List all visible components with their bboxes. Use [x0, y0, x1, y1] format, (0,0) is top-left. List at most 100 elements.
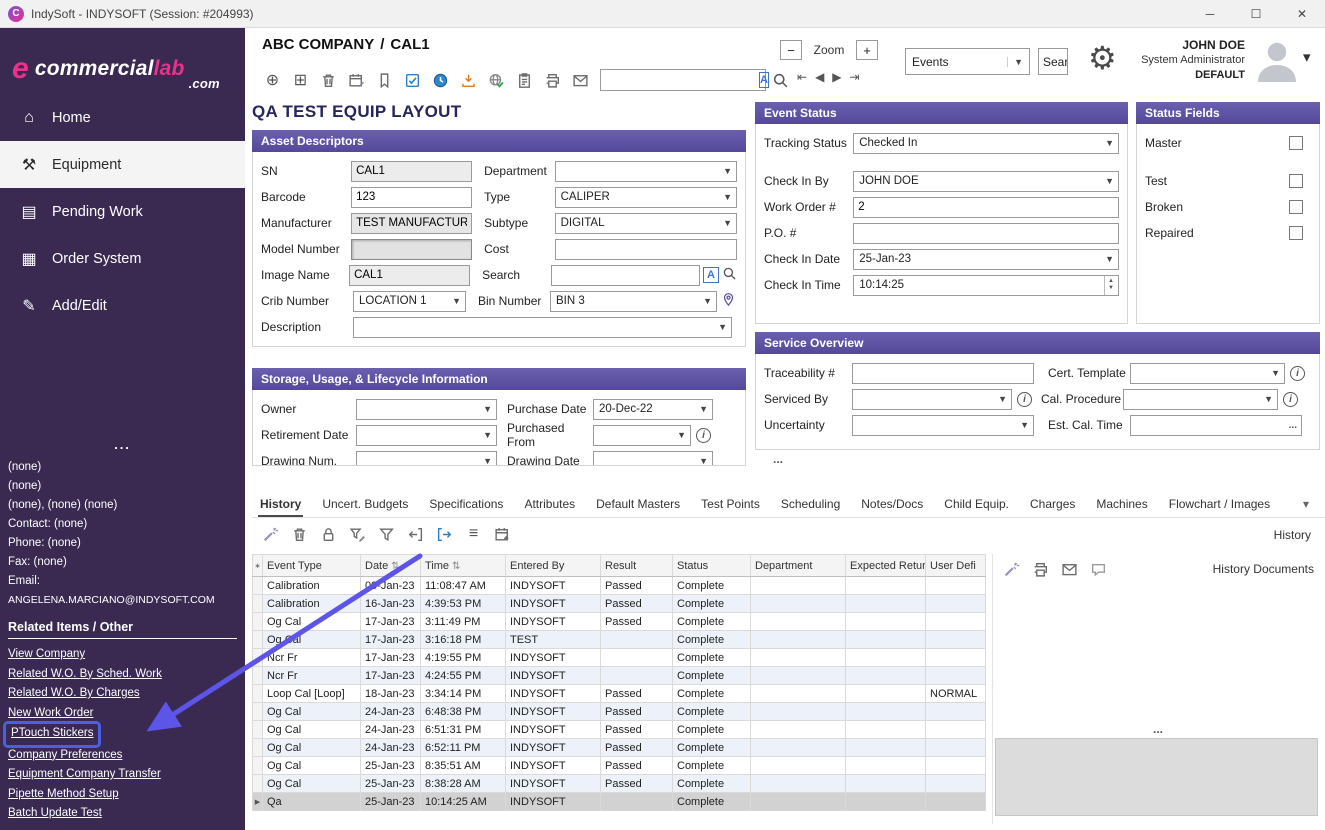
table-cell[interactable]: 17-Jan-23 [361, 667, 421, 685]
column-header-status[interactable]: Status [673, 555, 751, 577]
table-cell[interactable] [846, 685, 926, 703]
table-cell[interactable] [846, 613, 926, 631]
table-cell[interactable] [846, 667, 926, 685]
tasks-icon[interactable] [400, 68, 425, 92]
table-cell[interactable] [846, 577, 926, 595]
barcode-field[interactable] [351, 187, 472, 208]
user-info[interactable]: JOHN DOE System Administrator DEFAULT [1095, 38, 1245, 83]
link-related-w-o-by-sched-work[interactable]: Related W.O. By Sched. Work [8, 668, 162, 680]
serviced-by-info-icon[interactable]: i [1017, 392, 1032, 407]
table-cell[interactable] [846, 775, 926, 793]
sort-icon[interactable]: ⇅ [391, 561, 399, 572]
column-header-department[interactable]: Department [751, 555, 846, 577]
table-cell[interactable]: Og Cal [263, 739, 361, 757]
table-cell[interactable]: Passed [601, 595, 673, 613]
table-cell[interactable]: 3:11:49 PM [421, 613, 506, 631]
table-row[interactable]: Og Cal24-Jan-236:52:11 PMINDYSOFTPassedC… [253, 739, 986, 757]
drawing-date-select[interactable]: ▼ [593, 451, 713, 467]
tab-charges[interactable]: Charges [1028, 493, 1077, 517]
check-in-time-spinner[interactable]: 10:14:25▲▼ [853, 275, 1119, 296]
table-cell[interactable]: 25-Jan-23 [361, 793, 421, 811]
table-row[interactable]: Calibration09-Jan-2311:08:47 AMINDYSOFTP… [253, 577, 986, 595]
cert-template-select[interactable]: ▼ [1130, 363, 1285, 384]
column-header-expected-retur[interactable]: Expected Retur [846, 555, 926, 577]
table-cell[interactable]: INDYSOFT [506, 703, 601, 721]
table-row[interactable]: Loop Cal [Loop]18-Jan-233:34:14 PMINDYSO… [253, 685, 986, 703]
tab-default-masters[interactable]: Default Masters [594, 493, 682, 517]
table-cell[interactable] [751, 721, 846, 739]
table-cell[interactable] [926, 613, 986, 631]
table-cell[interactable] [926, 649, 986, 667]
check-in-download-icon[interactable] [456, 68, 481, 92]
table-cell[interactable]: Complete [673, 721, 751, 739]
field-search-input[interactable] [551, 265, 700, 286]
sidebar-item-order-system[interactable]: ▦Order System [0, 235, 245, 282]
maximize-button[interactable]: ☐ [1233, 0, 1279, 28]
table-cell[interactable] [751, 613, 846, 631]
table-row[interactable]: Calibration16-Jan-234:39:53 PMINDYSOFTPa… [253, 595, 986, 613]
table-cell[interactable] [751, 577, 846, 595]
table-cell[interactable]: Passed [601, 577, 673, 595]
table-row[interactable]: Og Cal25-Jan-238:35:51 AMINDYSOFTPassedC… [253, 757, 986, 775]
print-icon[interactable] [1028, 557, 1053, 581]
table-cell[interactable]: 17-Jan-23 [361, 613, 421, 631]
column-header-result[interactable]: Result [601, 555, 673, 577]
table-cell[interactable]: Passed [601, 757, 673, 775]
tab-history[interactable]: History [258, 493, 303, 517]
table-cell[interactable]: INDYSOFT [506, 613, 601, 631]
cal-procedure-info-icon[interactable]: i [1283, 392, 1298, 407]
table-cell[interactable]: INDYSOFT [506, 757, 601, 775]
web-approve-icon[interactable] [484, 68, 509, 92]
table-cell[interactable]: Calibration [263, 577, 361, 595]
table-row[interactable]: Og Cal17-Jan-233:11:49 PMINDYSOFTPassedC… [253, 613, 986, 631]
column-header-event-type[interactable]: Event Type [263, 555, 361, 577]
check-in-by-select[interactable]: JOHN DOE▼ [853, 171, 1119, 192]
table-cell[interactable]: 4:19:55 PM [421, 649, 506, 667]
close-button[interactable]: ✕ [1279, 0, 1325, 28]
table-row[interactable]: Ncr Fr17-Jan-234:19:55 PMINDYSOFTComplet… [253, 649, 986, 667]
table-cell[interactable]: Complete [673, 631, 751, 649]
lock-icon[interactable] [316, 522, 341, 546]
tab-flowchart-images[interactable]: Flowchart / Images [1167, 493, 1272, 517]
table-cell[interactable]: Qa [263, 793, 361, 811]
table-cell[interactable]: Calibration [263, 595, 361, 613]
table-cell[interactable]: Ncr Fr [263, 667, 361, 685]
sidebar-item-pending-work[interactable]: ▤Pending Work [0, 188, 245, 235]
table-cell[interactable]: Passed [601, 775, 673, 793]
link-view-company[interactable]: View Company [8, 648, 85, 660]
link-company-preferences[interactable]: Company Preferences [8, 749, 122, 761]
work-order-field[interactable] [853, 197, 1119, 218]
tab-child-equip-[interactable]: Child Equip. [942, 493, 1011, 517]
table-cell[interactable]: INDYSOFT [506, 577, 601, 595]
po-number-field[interactable] [853, 223, 1119, 244]
cost-field[interactable] [555, 239, 737, 260]
table-cell[interactable] [751, 667, 846, 685]
table-cell[interactable]: 3:34:14 PM [421, 685, 506, 703]
table-cell[interactable]: 17-Jan-23 [361, 649, 421, 667]
table-cell[interactable] [926, 631, 986, 649]
table-cell[interactable] [601, 631, 673, 649]
check-in-date-select[interactable]: 25-Jan-23▼ [853, 249, 1119, 270]
add-icon[interactable]: ⊕ [260, 68, 285, 92]
cal-procedure-select[interactable]: ▼ [1123, 389, 1278, 410]
manufacturer-field[interactable] [351, 213, 472, 234]
roll-forward-icon[interactable] [432, 522, 457, 546]
table-cell[interactable]: Complete [673, 793, 751, 811]
table-cell[interactable]: TEST [506, 631, 601, 649]
drawing-num-select[interactable]: ▼ [356, 451, 497, 467]
quick-search-input[interactable] [601, 71, 759, 89]
table-cell[interactable]: INDYSOFT [506, 595, 601, 613]
table-cell[interactable] [601, 649, 673, 667]
table-cell[interactable]: 11:08:47 AM [421, 577, 506, 595]
minimize-button[interactable]: ─ [1187, 0, 1233, 28]
user-menu-chevron-icon[interactable]: ▾ [1303, 48, 1311, 66]
link-batch-update-test[interactable]: Batch Update Test [8, 807, 102, 819]
table-cell[interactable]: 6:52:11 PM [421, 739, 506, 757]
table-cell[interactable]: Passed [601, 613, 673, 631]
table-cell[interactable] [926, 667, 986, 685]
table-cell[interactable]: Complete [673, 667, 751, 685]
column-header-user-defi[interactable]: User Defi [926, 555, 986, 577]
table-row[interactable]: Og Cal25-Jan-238:38:28 AMINDYSOFTPassedC… [253, 775, 986, 793]
column-header-entered-by[interactable]: Entered By [506, 555, 601, 577]
table-cell[interactable]: Og Cal [263, 775, 361, 793]
